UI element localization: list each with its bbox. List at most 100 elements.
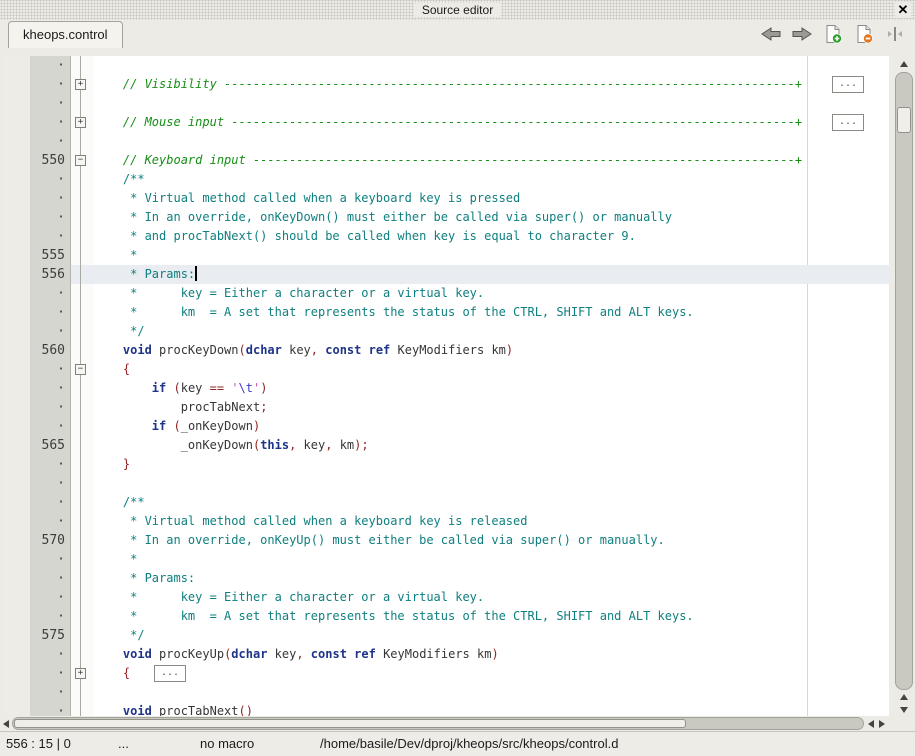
- code-token: key: [267, 647, 296, 661]
- code-line[interactable]: }: [94, 455, 889, 474]
- vertical-scroll-track[interactable]: [895, 72, 913, 690]
- code-line[interactable]: void procTabNext(): [94, 702, 889, 716]
- code-line[interactable]: *: [94, 550, 889, 569]
- scroll-left-button[interactable]: [0, 716, 12, 731]
- code-row: ·: [4, 56, 889, 75]
- code-line[interactable]: * km = A set that represents the status …: [94, 607, 889, 626]
- code-token: if: [152, 381, 166, 395]
- code-line[interactable]: * Virtual method called when a keyboard …: [94, 189, 889, 208]
- code-line[interactable]: * In an override, onKeyDown() must eithe…: [94, 208, 889, 227]
- code-line[interactable]: * key = Either a character or a virtual …: [94, 588, 889, 607]
- code-token: * In an override, onKeyDown() must eithe…: [94, 210, 672, 224]
- fold-ellipsis-box[interactable]: ...: [154, 665, 186, 682]
- line-number: 575: [4, 626, 70, 645]
- code-line[interactable]: // Keyboard input ----------------------…: [94, 151, 889, 170]
- code-line[interactable]: *: [94, 246, 889, 265]
- code-token: procKeyDown: [152, 343, 239, 357]
- code-line[interactable]: * Params:: [94, 265, 889, 284]
- fold-margin: [70, 474, 94, 493]
- code-token: +: [795, 77, 802, 91]
- code-line[interactable]: * and procTabNext() should be called whe…: [94, 227, 889, 246]
- horizontal-scroll-thumb[interactable]: [14, 719, 686, 728]
- fold-expand-icon[interactable]: +: [75, 117, 86, 128]
- line-number: ·: [4, 303, 70, 322]
- code-line[interactable]: [94, 56, 889, 75]
- code-line[interactable]: if (key == '\t'): [94, 379, 889, 398]
- code-row: 555 *: [4, 246, 889, 265]
- code-row: · }: [4, 455, 889, 474]
- code-row: · * Virtual method called when a keyboar…: [4, 512, 889, 531]
- horizontal-scrollbar[interactable]: [0, 716, 889, 731]
- fold-collapse-icon[interactable]: −: [75, 155, 86, 166]
- line-number: ·: [4, 398, 70, 417]
- code-line[interactable]: */: [94, 626, 889, 645]
- code-line[interactable]: * Virtual method called when a keyboard …: [94, 512, 889, 531]
- close-icon[interactable]: ✕: [895, 2, 911, 18]
- fold-margin: [70, 94, 94, 113]
- code-row: ·− {: [4, 360, 889, 379]
- code-line[interactable]: void procKeyDown(dchar key, const ref Ke…: [94, 341, 889, 360]
- code-token: ): [491, 647, 498, 661]
- scroll-down-button[interactable]: [893, 704, 915, 716]
- code-line[interactable]: {: [94, 360, 889, 379]
- scroll-left-button-secondary[interactable]: [865, 716, 876, 731]
- navigate-forward-button[interactable]: [790, 22, 814, 46]
- code-line[interactable]: // Visibility --------------------------…: [94, 75, 889, 94]
- fold-margin: [70, 56, 94, 75]
- fold-collapse-icon[interactable]: −: [75, 364, 86, 375]
- code-line[interactable]: [94, 94, 889, 113]
- code-line[interactable]: // Mouse input -------------------------…: [94, 113, 889, 132]
- vertical-scroll-thumb[interactable]: [897, 107, 911, 133]
- tab-kheops-control[interactable]: kheops.control: [8, 21, 123, 48]
- code-line[interactable]: /**: [94, 170, 889, 189]
- line-number: ·: [4, 360, 70, 379]
- code-line[interactable]: */: [94, 322, 889, 341]
- remove-document-button[interactable]: [852, 22, 876, 46]
- fold-margin: [70, 588, 94, 607]
- code-token: +: [795, 115, 802, 129]
- code-line[interactable]: [94, 474, 889, 493]
- fold-expand-icon[interactable]: +: [75, 79, 86, 90]
- code-editor[interactable]: · · + // Visibility ----------------------…: [4, 56, 889, 716]
- split-view-button[interactable]: [883, 22, 907, 46]
- navigate-back-button[interactable]: [759, 22, 783, 46]
- fold-ellipsis-box[interactable]: ...: [832, 114, 864, 131]
- code-line[interactable]: [94, 132, 889, 151]
- down-arrow-icon: [900, 707, 908, 713]
- fold-expand-icon[interactable]: +: [75, 668, 86, 679]
- code-line[interactable]: * key = Either a character or a virtual …: [94, 284, 889, 303]
- code-line[interactable]: * km = A set that represents the status …: [94, 303, 889, 322]
- new-document-button[interactable]: [821, 22, 845, 46]
- scroll-up-button-secondary[interactable]: [893, 691, 915, 703]
- title-bar[interactable]: Source editor ✕: [0, 0, 915, 20]
- code-row: ·: [4, 94, 889, 113]
- code-token: // Mouse input: [94, 115, 231, 129]
- code-token: +: [795, 153, 802, 167]
- code-line[interactable]: if (_onKeyDown): [94, 417, 889, 436]
- vertical-scrollbar[interactable]: [893, 56, 915, 716]
- code-line[interactable]: procTabNext;: [94, 398, 889, 417]
- code-token: }: [123, 457, 130, 471]
- code-line[interactable]: {...: [94, 664, 889, 683]
- code-line[interactable]: /**: [94, 493, 889, 512]
- fold-ellipsis-box[interactable]: ...: [832, 76, 864, 93]
- fold-margin: [70, 417, 94, 436]
- horizontal-scroll-track[interactable]: [12, 717, 864, 730]
- code-row: 565 _onKeyDown(this, key, km);: [4, 436, 889, 455]
- code-line[interactable]: void procKeyUp(dchar key, const ref KeyM…: [94, 645, 889, 664]
- code-token: ----------------------------------------…: [224, 77, 795, 91]
- scroll-right-button[interactable]: [876, 716, 887, 731]
- left-arrow-icon: [3, 720, 9, 728]
- line-number: ·: [4, 189, 70, 208]
- code-line[interactable]: * In an override, onKeyUp() must either …: [94, 531, 889, 550]
- code-row: 556 * Params:: [4, 265, 889, 284]
- code-token: [94, 457, 123, 471]
- code-token: [94, 438, 181, 452]
- code-token: void: [123, 343, 152, 357]
- scroll-up-button[interactable]: [893, 56, 915, 72]
- code-line[interactable]: _onKeyDown(this, key, km);: [94, 436, 889, 455]
- code-row: ·: [4, 132, 889, 151]
- status-bar: 556 : 15 | 0 ... no macro /home/basile/D…: [0, 731, 915, 756]
- code-line[interactable]: * Params:: [94, 569, 889, 588]
- code-line[interactable]: [94, 683, 889, 702]
